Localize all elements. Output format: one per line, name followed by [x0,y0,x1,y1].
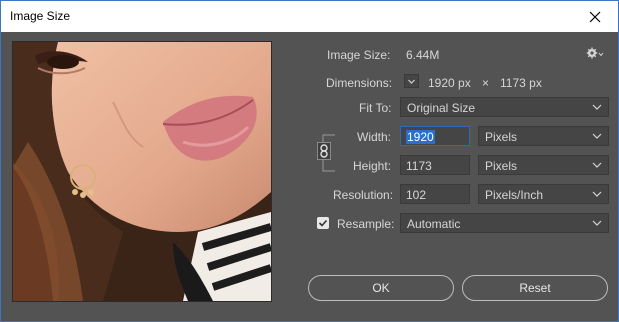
chevron-down-icon [592,162,602,168]
dialog-title: Image Size [10,9,71,23]
width-input[interactable]: 1920 [400,126,470,146]
image-size-dialog: Image Size Image Size: 6.44M Dimensions:… [0,0,619,322]
preview-photo [13,42,271,301]
resample-checkbox[interactable] [317,217,329,229]
resolution-label: Resolution: [333,188,394,202]
image-size-value: 6.44M [406,48,440,62]
resolution-input[interactable]: 102 [400,184,470,204]
dimensions-unit-dropdown[interactable] [404,74,419,88]
chain-link-icon [320,144,328,158]
chevron-down-icon [592,191,602,197]
height-unit-value: Pixels [485,159,518,173]
dimensions-width: 1920 px [428,76,471,90]
chevron-down-icon [592,104,602,110]
chevron-down-icon [592,133,602,139]
checkmark-icon [318,219,328,227]
width-value: 1920 [406,130,435,144]
resolution-value: 102 [406,188,427,202]
width-unit-select[interactable]: Pixels [478,126,609,146]
title-bar: Image Size [1,1,618,32]
reset-button[interactable]: Reset [462,275,608,301]
dimensions-label: Dimensions: [326,76,393,90]
height-input[interactable]: 1173 [400,155,470,175]
dimensions-height: 1173 px [500,76,542,90]
width-label: Width: [357,130,392,144]
close-button[interactable] [572,1,618,32]
image-size-label: Image Size: [327,48,391,62]
width-unit-value: Pixels [485,130,518,144]
ok-button[interactable]: OK [308,275,454,301]
height-label: Height: [353,159,392,173]
settings-menu-button[interactable] [586,46,604,63]
height-unit-select[interactable]: Pixels [478,155,609,175]
resample-label: Resample: [337,217,395,231]
chevron-down-icon [408,79,415,84]
chevron-down-icon [592,220,602,226]
resample-value: Automatic [407,217,461,231]
fit-to-select[interactable]: Original Size [400,97,609,117]
close-icon [589,11,601,22]
resample-select[interactable]: Automatic [400,213,609,233]
fit-to-value: Original Size [407,101,476,115]
resolution-unit-value: Pixels/Inch [485,188,544,202]
gear-icon [586,47,604,59]
resolution-unit-select[interactable]: Pixels/Inch [478,184,609,204]
height-value: 1173 [406,159,432,173]
fit-to-label: Fit To: [359,101,392,115]
image-preview[interactable] [12,41,272,302]
constrain-proportions-button[interactable] [317,142,331,160]
dimensions-times: × [482,76,490,90]
